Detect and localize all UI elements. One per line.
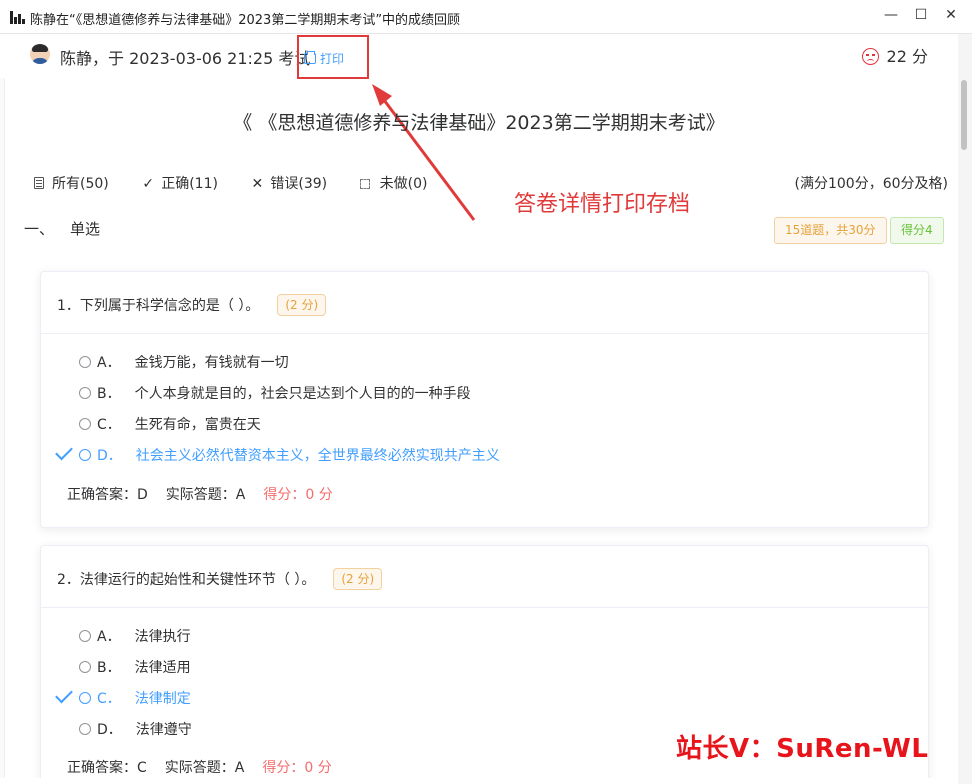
check-icon: ✓ (142, 176, 155, 192)
question-header: 1．下列属于科学信念的是（ ）。 (2 分) (41, 272, 928, 334)
filter-unanswered[interactable]: 未做(0) (359, 173, 428, 193)
answer-result: 正确答案：C 实际答题：A 得分：0 分 (67, 757, 332, 777)
answer-filters: 所有(50) ✓ 正确(11) ✕ 错误(39) 未做(0) (34, 173, 455, 193)
radio-icon (79, 723, 91, 735)
filter-correct-label: 正确(11) (161, 176, 218, 192)
option-c: C． 法律制定 (79, 688, 191, 708)
question-text: 1．下列属于科学信念的是（ ）。 (2 分) (57, 294, 327, 316)
section-score-tag: 得分4 (890, 217, 944, 244)
filter-correct[interactable]: ✓ 正确(11) (141, 173, 218, 193)
filter-wrong[interactable]: ✕ 错误(39) (250, 173, 328, 193)
dashed-square-icon (359, 179, 370, 189)
filter-all[interactable]: 所有(50) (34, 173, 109, 193)
annotation-text: 答卷详情打印存档 (514, 192, 691, 217)
question-points: (2 分) (333, 568, 383, 590)
bottom-edge (0, 778, 958, 784)
avatar (30, 44, 50, 64)
section-count-tag: 15道题，共30分 (774, 217, 887, 244)
radio-icon (79, 630, 91, 642)
section-header: 一、 单选 (24, 218, 100, 239)
actual-answer: 实际答题：A (164, 760, 245, 776)
total-score-text: 22 分 (886, 47, 928, 66)
section-name: 单选 (70, 220, 101, 238)
window-title: 陈静在“《思想道德修养与法律基础》2023第二学期期末考试”中的成绩回顾 (30, 13, 461, 28)
watermark-text: 站长V：SuRen-WL (676, 734, 929, 764)
filter-wrong-label: 错误(39) (270, 176, 328, 192)
left-edge (0, 78, 5, 784)
radio-icon (79, 387, 91, 399)
minimize-button[interactable]: — (878, 4, 904, 26)
radio-icon (79, 356, 91, 368)
cross-icon: ✕ (251, 176, 264, 192)
total-score: 22 分 (861, 43, 928, 67)
question-text: 2．法律运行的起始性和关键性环节（ ）。 (2 分) (57, 568, 383, 590)
close-button[interactable]: ✕ (938, 4, 964, 26)
radio-icon (79, 449, 91, 461)
option-d: D． 法律遵守 (79, 719, 192, 739)
annotation-arrow-icon (372, 84, 476, 221)
option-d: D． 社会主义必然代替资本主义，全世界最终必然实现共产主义 (79, 445, 500, 465)
section-number: 一、 (24, 220, 55, 238)
question-points: (2 分) (277, 294, 327, 316)
filter-unanswered-label: 未做(0) (379, 176, 428, 192)
full-score-note: (满分100分，60分及格) (794, 176, 948, 192)
maximize-button[interactable]: ☐ (908, 4, 934, 26)
window-titlebar: 陈静在“《思想道德修养与法律基础》2023第二学期期末考试”中的成绩回顾 — ☐… (0, 0, 972, 34)
exam-header: 陈静，于 2023-03-06 21:25 考试 打印 22 分 (0, 34, 958, 78)
scrollbar-thumb[interactable] (961, 80, 967, 150)
option-a: A． 金钱万能，有钱就有一切 (79, 352, 289, 372)
annotation-highlight-box (297, 35, 369, 79)
exam-user-time: 陈静，于 2023-03-06 21:25 考试 (60, 49, 311, 68)
radio-icon (79, 661, 91, 673)
correct-answer: 正确答案：D (67, 487, 148, 503)
correct-answer: 正确答案：C (67, 760, 147, 776)
question-card: 1．下列属于科学信念的是（ ）。 (2 分) A． 金钱万能，有钱就有一切 B． 个人… (40, 271, 929, 528)
option-b: B． 法律适用 (79, 657, 191, 677)
vertical-scrollbar[interactable] (958, 34, 972, 784)
option-a: A． 法律执行 (79, 626, 191, 646)
radio-icon (79, 418, 91, 430)
correct-check-icon (55, 685, 73, 704)
exam-title: 《 《思想道德修养与法律基础》2023第二学期期末考试》 (233, 112, 725, 134)
option-c: C． 生死有命，富贵在天 (79, 414, 261, 434)
answer-result: 正确答案：D 实际答题：A 得分：0 分 (67, 484, 333, 504)
actual-answer: 实际答题：A (165, 487, 246, 503)
question-score: 得分：0 分 (262, 760, 332, 776)
sad-face-icon (861, 48, 879, 65)
bar-chart-icon (10, 11, 25, 24)
document-icon (34, 177, 44, 189)
correct-check-icon (55, 442, 73, 461)
question-score: 得分：0 分 (263, 487, 333, 503)
filter-all-label: 所有(50) (52, 176, 109, 192)
question-header: 2．法律运行的起始性和关键性环节（ ）。 (2 分) (41, 546, 928, 608)
radio-icon (79, 692, 91, 704)
option-b: B． 个人本身就是目的，社会只是达到个人目的的一种手段 (79, 383, 471, 403)
